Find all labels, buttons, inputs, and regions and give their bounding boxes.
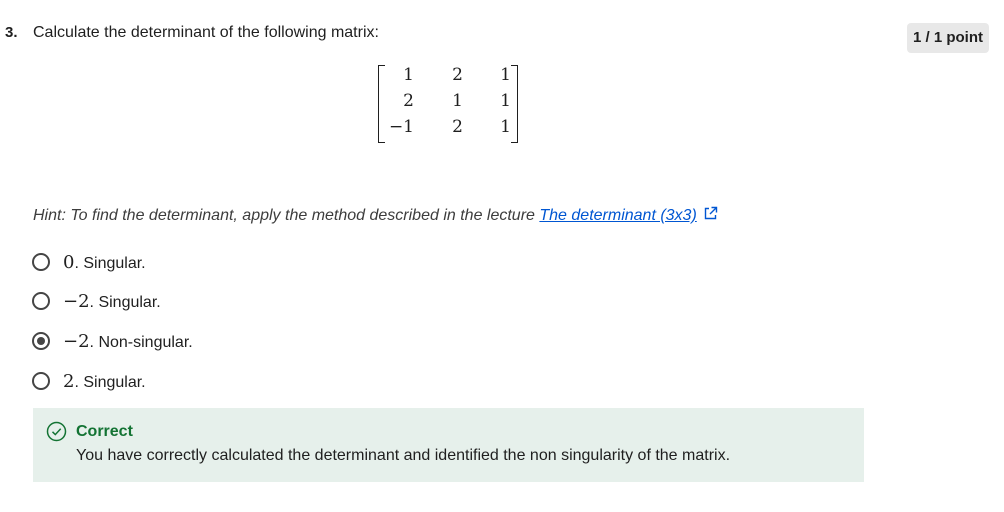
question-text: Calculate the determinant of the followi… [33,24,379,41]
matrix-cell: 2 [452,65,463,85]
radio-button[interactable] [32,292,50,310]
matrix-cell: 1 [500,65,511,85]
external-link-icon[interactable] [703,206,718,226]
check-circle-icon [46,421,67,447]
radio-button-selected[interactable] [32,332,50,350]
matrix-cell: 2 [452,117,463,137]
answer-option[interactable]: 2. Singular. [32,369,146,393]
hint: Hint: To find the determinant, apply the… [33,206,718,226]
answer-option-selected[interactable]: −2. Non-singular. [32,329,193,353]
radio-button[interactable] [32,372,50,390]
feedback-title: Correct [76,423,133,440]
matrix-cell: 1 [452,91,463,111]
matrix-cell: 1 [403,65,414,85]
matrix-cell: 1 [500,91,511,111]
answer-option[interactable]: −2. Singular. [32,289,161,313]
option-label: 2. Singular. [63,370,146,392]
matrix-cell: −1 [388,117,414,137]
answer-option[interactable]: 0. Singular. [32,250,146,274]
lecture-link[interactable]: The determinant (3x3) [539,207,696,224]
radio-button[interactable] [32,253,50,271]
points-badge: 1 / 1 point [907,23,989,53]
matrix-cell: 2 [403,91,414,111]
option-label: 0. Singular. [63,251,146,273]
matrix-right-bracket [511,65,518,143]
feedback-box: Correct You have correctly calculated th… [33,408,864,482]
option-label: −2. Non-singular. [63,330,193,352]
question-number: 3. [5,24,18,41]
matrix: 1 2 1 2 1 1 −1 2 1 [377,63,519,143]
option-label: −2. Singular. [63,290,161,312]
matrix-cell: 1 [500,117,511,137]
hint-text: Hint: To find the determinant, apply the… [33,207,540,225]
feedback-text: You have correctly calculated the determ… [76,447,731,464]
